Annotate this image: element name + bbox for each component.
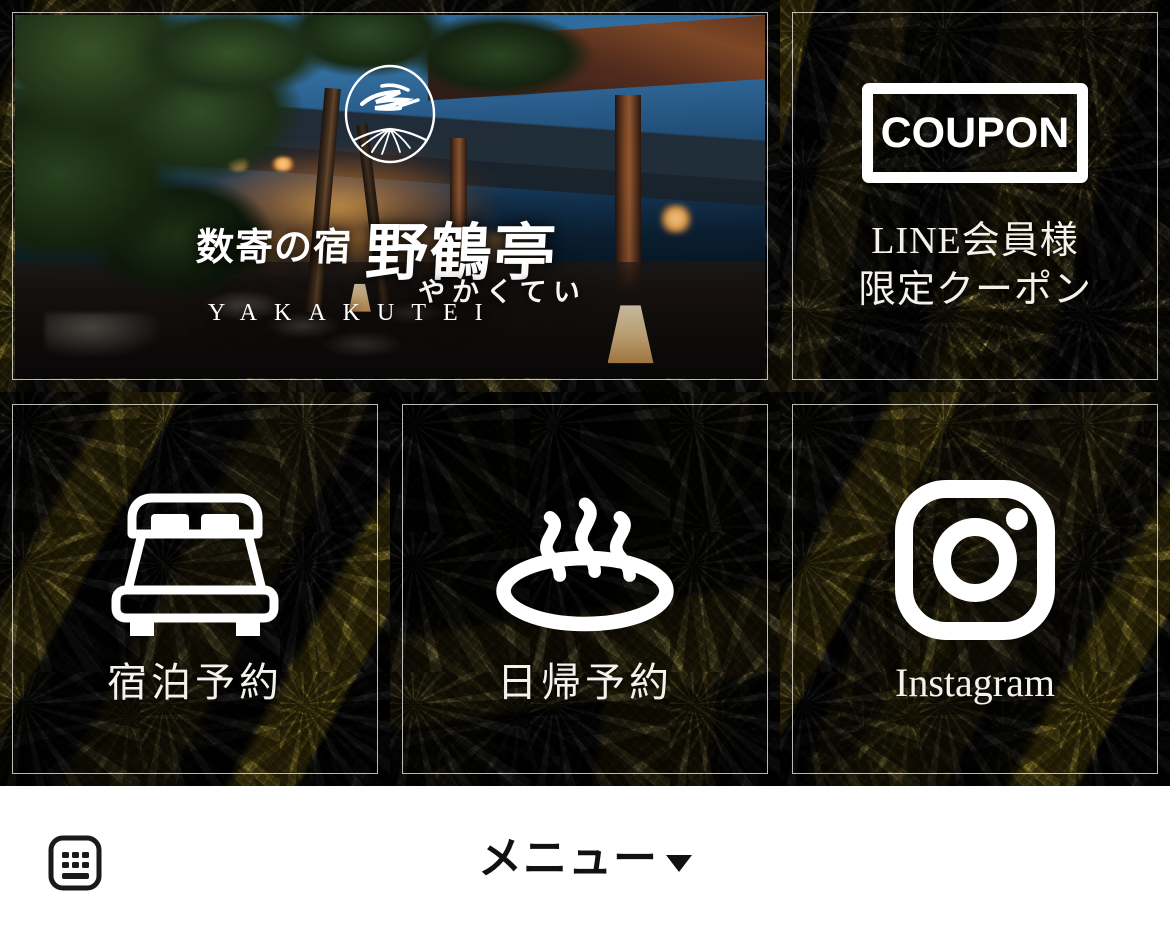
stay-reservation-tile[interactable]: 宿泊予約 bbox=[0, 392, 390, 786]
hero-banner[interactable]: 数寄の宿 野鶴亭 やかくてい YAKAKUTEI bbox=[0, 0, 780, 392]
day-use-reservation-tile[interactable]: 日帰予約 bbox=[390, 392, 780, 786]
onsen-hot-spring-icon bbox=[490, 475, 680, 645]
keyboard-toggle-button[interactable] bbox=[45, 833, 105, 893]
crane-circle-logo-icon bbox=[342, 62, 438, 166]
caret-down-icon bbox=[666, 854, 692, 872]
line-rich-menu: 数寄の宿 野鶴亭 やかくてい YAKAKUTEI COUPON LINE会員様 限… bbox=[0, 0, 1170, 786]
chat-bottom-bar: メニュー bbox=[0, 786, 1170, 944]
dayuse-tile-label: 日帰予約 bbox=[497, 660, 673, 705]
coupon-tile[interactable]: COUPON LINE会員様 限定クーポン bbox=[780, 0, 1170, 392]
coupon-caption-line1: LINE会員様 bbox=[871, 220, 1079, 263]
coupon-caption: LINE会員様 限定クーポン bbox=[858, 217, 1092, 314]
instagram-tile[interactable]: Instagram bbox=[780, 392, 1170, 786]
keyboard-icon bbox=[47, 834, 103, 892]
instagram-icon bbox=[880, 475, 1070, 645]
inn-subtitle: 数寄の宿 bbox=[194, 227, 354, 269]
bed-icon bbox=[100, 475, 290, 645]
menu-toggle-label: メニュー bbox=[478, 833, 658, 884]
menu-toggle-button[interactable]: メニュー bbox=[464, 831, 706, 887]
inn-name-roman: YAKAKUTEI bbox=[208, 300, 500, 326]
coupon-caption-line2: 限定クーポン bbox=[857, 269, 1092, 311]
coupon-box-icon: COUPON bbox=[862, 83, 1088, 184]
coupon-badge-text: COUPON bbox=[880, 108, 1070, 157]
instagram-tile-label: Instagram bbox=[895, 660, 1055, 705]
stay-tile-label: 宿泊予約 bbox=[107, 660, 283, 705]
